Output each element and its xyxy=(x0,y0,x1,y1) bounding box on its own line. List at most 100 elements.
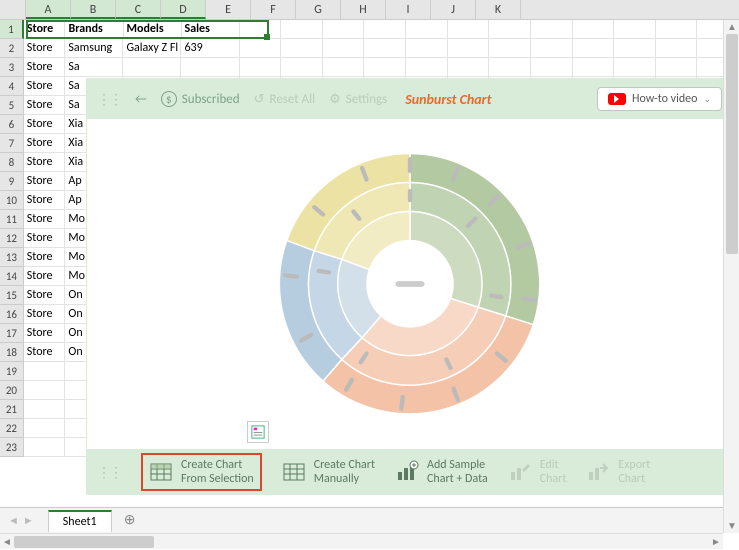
cell[interactable] xyxy=(24,362,66,381)
row-header[interactable]: 6 xyxy=(0,115,24,134)
cell[interactable]: Store xyxy=(24,172,66,191)
cell[interactable]: Store xyxy=(24,286,66,305)
cell[interactable] xyxy=(531,20,573,39)
cell[interactable]: Store xyxy=(24,115,66,134)
row-header[interactable]: 14 xyxy=(0,267,24,286)
row-header[interactable]: 10 xyxy=(0,191,24,210)
row-header[interactable]: 11 xyxy=(0,210,24,229)
cell[interactable] xyxy=(323,58,365,77)
cell[interactable]: Store xyxy=(24,305,66,324)
cell[interactable]: Models xyxy=(124,20,182,39)
cell[interactable] xyxy=(573,20,615,39)
row-header[interactable]: 18 xyxy=(0,343,24,362)
cell[interactable]: Sales xyxy=(182,20,240,39)
row-header[interactable]: 17 xyxy=(0,324,24,343)
cell[interactable] xyxy=(281,20,323,39)
cell[interactable]: Sa xyxy=(65,58,123,77)
cell[interactable]: 639 xyxy=(181,39,239,58)
row-header[interactable]: 2 xyxy=(0,39,24,58)
cell[interactable] xyxy=(123,58,181,77)
drag-handle-icon[interactable]: ⋮⋮ xyxy=(97,464,121,481)
cell[interactable] xyxy=(364,20,406,39)
row-header[interactable]: 5 xyxy=(0,96,24,115)
reset-all-button[interactable]: ↺ Reset All xyxy=(254,92,315,107)
cell[interactable] xyxy=(656,58,698,77)
cell[interactable]: Store xyxy=(24,77,66,96)
cell[interactable] xyxy=(281,39,323,58)
add-sample-button[interactable]: Add SampleChart + Data xyxy=(395,458,488,487)
chart-options-button[interactable] xyxy=(247,421,269,443)
create-from-selection-button[interactable]: Create ChartFrom Selection xyxy=(141,453,262,492)
cell[interactable] xyxy=(489,58,531,77)
cell[interactable] xyxy=(531,58,573,77)
cell[interactable] xyxy=(181,58,239,77)
row-header[interactable]: 20 xyxy=(0,381,24,400)
cell[interactable] xyxy=(323,39,365,58)
cell[interactable]: Samsung xyxy=(65,39,123,58)
cell[interactable] xyxy=(24,381,66,400)
col-header-I[interactable]: I xyxy=(386,0,431,19)
cell[interactable]: Store xyxy=(24,39,66,58)
cell[interactable] xyxy=(240,58,282,77)
col-header-A[interactable]: A xyxy=(26,0,71,19)
export-chart-button[interactable]: ExportChart xyxy=(586,458,650,487)
cell[interactable]: Store xyxy=(24,191,66,210)
row-header[interactable]: 15 xyxy=(0,286,24,305)
cell[interactable] xyxy=(531,39,573,58)
cell[interactable]: Store xyxy=(24,324,66,343)
horizontal-scrollbar[interactable]: ◄► xyxy=(0,533,723,549)
cell[interactable] xyxy=(406,39,448,58)
cell[interactable] xyxy=(656,20,698,39)
cell[interactable] xyxy=(614,58,656,77)
back-button[interactable]: ← xyxy=(135,92,147,107)
col-header-D[interactable]: D xyxy=(161,0,206,19)
row-header[interactable]: 13 xyxy=(0,248,24,267)
cell[interactable]: Galaxy Z Fl xyxy=(123,39,181,58)
row-header[interactable]: 22 xyxy=(0,419,24,438)
cell[interactable]: Store xyxy=(24,20,66,39)
cell[interactable]: Store xyxy=(24,58,66,77)
col-header-B[interactable]: B xyxy=(71,0,116,19)
cell[interactable] xyxy=(448,58,490,77)
cell[interactable] xyxy=(24,438,66,457)
row-header[interactable]: 3 xyxy=(0,58,24,77)
cell[interactable] xyxy=(573,58,615,77)
drag-handle-icon[interactable]: ⋮⋮ xyxy=(97,91,121,108)
col-header-J[interactable]: J xyxy=(431,0,476,19)
sheet-tab-active[interactable]: Sheet1 xyxy=(48,510,112,532)
cell[interactable]: Store xyxy=(24,210,66,229)
howto-video-button[interactable]: How-to video ⌄ xyxy=(597,87,722,111)
col-header-C[interactable]: C xyxy=(116,0,161,19)
cell[interactable] xyxy=(614,39,656,58)
cell[interactable] xyxy=(240,20,282,39)
cell[interactable] xyxy=(448,20,490,39)
cell[interactable]: Brands xyxy=(65,20,123,39)
cell[interactable] xyxy=(489,39,531,58)
row-header[interactable]: 7 xyxy=(0,134,24,153)
create-manually-button[interactable]: Create ChartManually xyxy=(282,458,375,487)
cell[interactable] xyxy=(656,39,698,58)
cell[interactable]: Store xyxy=(24,229,66,248)
col-header-H[interactable]: H xyxy=(341,0,386,19)
cell[interactable] xyxy=(489,20,531,39)
cell[interactable] xyxy=(281,58,323,77)
cell[interactable]: Store xyxy=(24,96,66,115)
row-header[interactable]: 12 xyxy=(0,229,24,248)
settings-button[interactable]: ⚙ Settings xyxy=(329,92,387,107)
col-header-G[interactable]: G xyxy=(296,0,341,19)
row-header[interactable]: 9 xyxy=(0,172,24,191)
col-header-F[interactable]: F xyxy=(251,0,296,19)
cell[interactable]: Store xyxy=(24,248,66,267)
cell[interactable] xyxy=(364,39,406,58)
col-header-K[interactable]: K xyxy=(476,0,521,19)
row-header[interactable]: 8 xyxy=(0,153,24,172)
cell[interactable] xyxy=(448,39,490,58)
cell[interactable] xyxy=(240,39,282,58)
cell[interactable] xyxy=(573,39,615,58)
cell[interactable] xyxy=(364,58,406,77)
edit-chart-button[interactable]: EditChart xyxy=(508,458,567,487)
cell[interactable] xyxy=(24,419,66,438)
row-header[interactable]: 21 xyxy=(0,400,24,419)
cell[interactable] xyxy=(323,20,365,39)
add-sheet-button[interactable]: ⊕ xyxy=(120,511,140,531)
